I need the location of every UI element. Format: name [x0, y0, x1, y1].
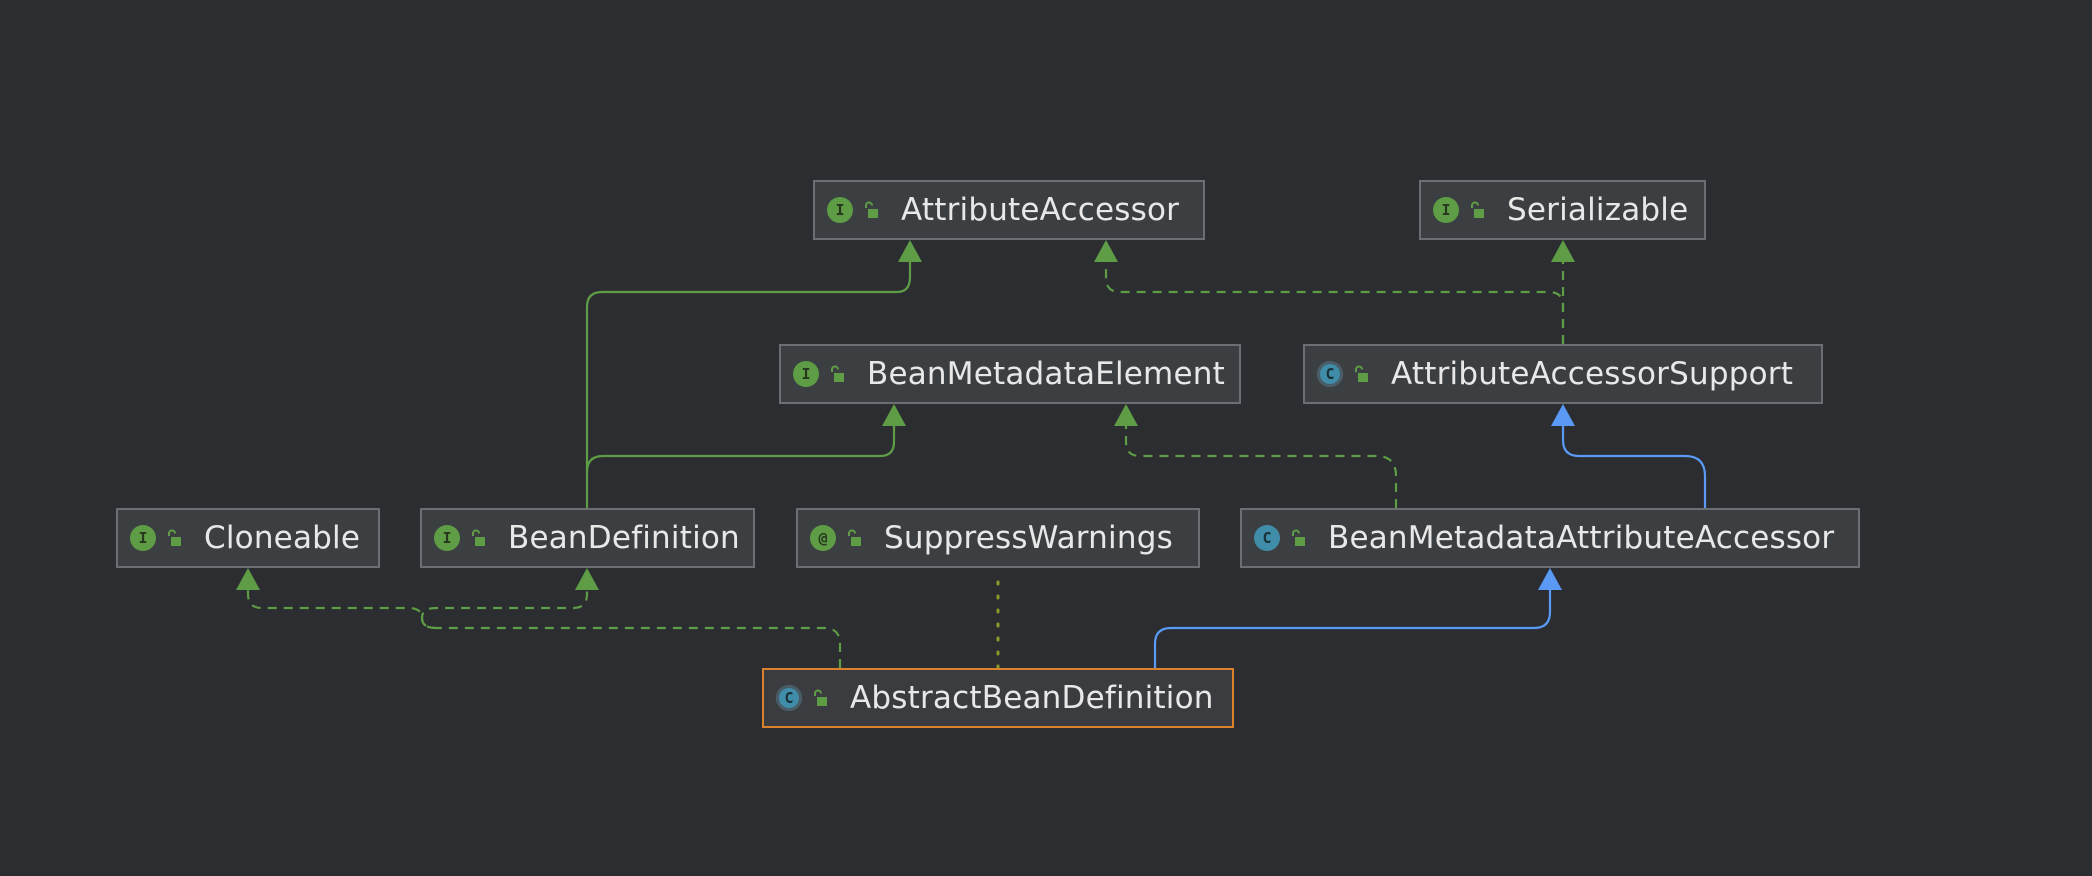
arrowhead-beanmetadataelement-right: [1114, 404, 1138, 426]
public-lock-icon: [844, 528, 864, 548]
node-label: AbstractBeanDefinition: [850, 680, 1214, 716]
node-suppresswarnings[interactable]: @ SuppressWarnings: [796, 508, 1200, 568]
node-beandefinition[interactable]: I BeanDefinition: [420, 508, 755, 568]
edge-abstractbeandefinition-to-beanmetadataattributeaccessor: [1153, 586, 1552, 668]
interface-icon: I: [793, 361, 819, 387]
arrowhead-attributeaccessor-left: [898, 240, 922, 262]
node-beanmetadataattributeaccessor[interactable]: C BeanMetadataAttributeAccessor: [1240, 508, 1860, 568]
public-lock-icon: [827, 364, 847, 384]
interface-icon: I: [1433, 197, 1459, 223]
node-label: AttributeAccessor: [901, 192, 1180, 228]
interface-icon: I: [434, 525, 460, 551]
arrowhead-cloneable: [236, 568, 260, 590]
interface-icon: I: [827, 197, 853, 223]
public-lock-icon: [1351, 364, 1371, 384]
edge-abstractbeandefinition-to-beandefinition: [420, 586, 589, 630]
public-lock-icon: [1288, 528, 1308, 548]
arrowhead-beandefinition: [575, 568, 599, 590]
public-lock-icon: [1467, 200, 1487, 220]
node-label: BeanMetadataElement: [867, 356, 1225, 392]
node-beanmetadataelement[interactable]: I BeanMetadataElement: [779, 344, 1241, 404]
node-label: Serializable: [1507, 192, 1689, 228]
node-label: BeanDefinition: [508, 520, 740, 556]
edge-attributeaccessorsupport-to-attributeaccessor: [1104, 258, 1565, 344]
abstract-class-icon: C: [776, 685, 802, 711]
edge-beanmetadataattributeaccessor-to-attributeaccessorsupport: [1561, 422, 1707, 508]
node-attributeaccessorsupport[interactable]: C AttributeAccessorSupport: [1303, 344, 1823, 404]
arrowhead-beanmetadataattributeaccessor: [1538, 568, 1562, 590]
node-label: AttributeAccessorSupport: [1391, 356, 1794, 392]
public-lock-icon: [810, 688, 830, 708]
arrowhead-attributeaccessor-right: [1094, 240, 1118, 262]
node-label: Cloneable: [204, 520, 361, 556]
public-lock-icon: [164, 528, 184, 548]
abstract-class-icon: C: [1317, 361, 1343, 387]
node-abstractbeandefinition[interactable]: C AbstractBeanDefinition: [762, 668, 1234, 728]
node-attributeaccessor[interactable]: I AttributeAccessor: [813, 180, 1205, 240]
arrowhead-beanmetadataelement-left: [882, 404, 906, 426]
edge-beandefinition-to-beanmetadataelement: [585, 422, 896, 473]
interface-icon: I: [130, 525, 156, 551]
uml-diagram-canvas: I AttributeAccessor I Serializable I Bea…: [0, 0, 2092, 876]
annotation-icon: @: [810, 525, 836, 551]
node-cloneable[interactable]: I Cloneable: [116, 508, 380, 568]
node-label: BeanMetadataAttributeAccessor: [1328, 520, 1835, 556]
class-icon: C: [1254, 525, 1280, 551]
edge-abstractbeandefinition-to-cloneable: [246, 586, 842, 668]
node-label: SuppressWarnings: [884, 520, 1173, 556]
edge-beanmetadataattributeaccessor-to-beanmetadataelement: [1124, 422, 1398, 508]
arrowhead-serializable: [1551, 240, 1575, 262]
arrowhead-attributeaccessorsupport: [1551, 404, 1575, 426]
public-lock-icon: [861, 200, 881, 220]
node-serializable[interactable]: I Serializable: [1419, 180, 1706, 240]
diagram-edges: [236, 240, 1707, 670]
public-lock-icon: [468, 528, 488, 548]
